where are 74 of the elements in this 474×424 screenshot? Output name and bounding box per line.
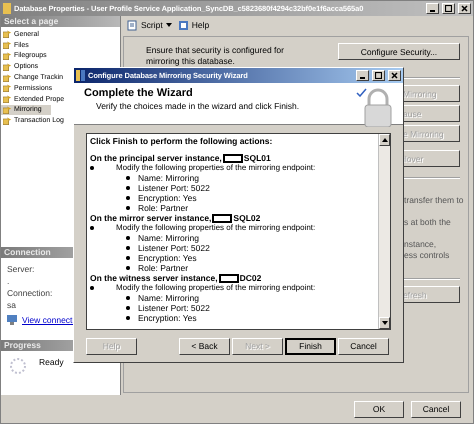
database-page-icon (3, 106, 12, 114)
note-text: s at both the (404, 217, 452, 227)
property-text: Listener Port: 5022 (138, 303, 210, 313)
script-icon (127, 20, 138, 30)
database-page-icon (3, 84, 12, 92)
property-text: Name: Mirroring (138, 293, 199, 303)
pane-header: Select a page (1, 16, 120, 27)
database-page-icon (3, 116, 12, 125)
property-text: Name: Mirroring (138, 173, 199, 183)
close-icon (391, 72, 398, 79)
property-text: Encryption: Yes (138, 313, 197, 323)
property-text: Encryption: Yes (138, 193, 197, 203)
configure-security-button[interactable]: Configure Security... (338, 43, 460, 60)
down-arrow-icon (382, 321, 388, 325)
close-button[interactable] (458, 3, 471, 14)
summary-heading: Click Finish to perform the following actions: (90, 136, 274, 146)
maximize-icon (375, 72, 382, 79)
wizard-subtitle: Verify the choices made in the wizard and click Finish. (95, 101, 300, 111)
instance-name: SQL01 (244, 153, 271, 163)
action-text: Modify the following properties of the mirroring endpoint: (115, 283, 316, 293)
database-page-icon (3, 52, 12, 60)
spinner-icon (9, 357, 27, 375)
close-button[interactable] (388, 70, 401, 81)
property-text: Name: Mirroring (138, 233, 199, 243)
maximize-button[interactable] (442, 3, 455, 14)
note-text: ess controls (404, 250, 450, 260)
dialog-button[interactable]: Cancel (411, 400, 461, 418)
property-text: Role: Partner (138, 203, 188, 213)
connection-value: sa (7, 300, 16, 310)
redaction-icon (222, 154, 243, 162)
server-value: . (7, 276, 10, 286)
close-icon (461, 5, 468, 12)
action-text: Modify the following properties of the mirroring endpoint: (115, 223, 316, 233)
property-text: Encryption: Yes (138, 253, 197, 263)
wizard-heading: Complete the Wizard (84, 87, 194, 99)
wizard-button[interactable]: Cancel (338, 338, 389, 354)
scrollbar[interactable] (378, 134, 390, 329)
maximize-icon (445, 5, 452, 12)
wizard-button[interactable]: Finish (285, 338, 336, 354)
wizard-button[interactable]: < Back (179, 338, 230, 354)
section-title: On the mirror server instance, (90, 213, 212, 223)
connection-label: Connection: (7, 288, 52, 298)
database-page-icon (3, 30, 12, 38)
minimize-button[interactable] (356, 70, 369, 81)
up-arrow-icon (382, 138, 388, 142)
redaction-icon (218, 274, 239, 282)
section-title: On the principal server instance, (90, 153, 222, 163)
progress-status: Ready (39, 357, 64, 369)
database-page-icon (3, 62, 12, 71)
database-page-icon (3, 41, 12, 50)
padlock-icon (355, 87, 393, 127)
database-page-icon (3, 95, 12, 104)
instance-name: SQL02 (233, 213, 260, 223)
script-button[interactable]: Script (127, 20, 172, 30)
database-page-icon (3, 74, 12, 82)
computer-icon (7, 315, 18, 325)
property-text: Listener Port: 5022 (138, 243, 210, 253)
description-text: Ensure that security is configured for mirroring this database. (146, 44, 285, 67)
server-label: Server: (7, 264, 34, 274)
view-connection-link[interactable]: View connecti (22, 315, 74, 325)
caret-icon (166, 23, 172, 27)
action-text: Modify the following properties of the mirroring endpoint: (115, 163, 316, 173)
help-icon (178, 20, 189, 30)
redaction-icon (212, 214, 232, 222)
help-button[interactable]: Help (178, 20, 210, 30)
section-title: On the witness server instance, (90, 273, 218, 283)
instance-name: DC02 (240, 273, 262, 283)
maximize-button[interactable] (372, 70, 385, 81)
note-text: transfer them to (404, 195, 464, 205)
note-text: nstance, (404, 239, 438, 249)
property-text: Listener Port: 5022 (138, 183, 210, 193)
minimize-button[interactable] (426, 3, 439, 14)
property-text: Role: Partner (138, 263, 188, 273)
dialog-button[interactable]: OK (354, 400, 404, 418)
